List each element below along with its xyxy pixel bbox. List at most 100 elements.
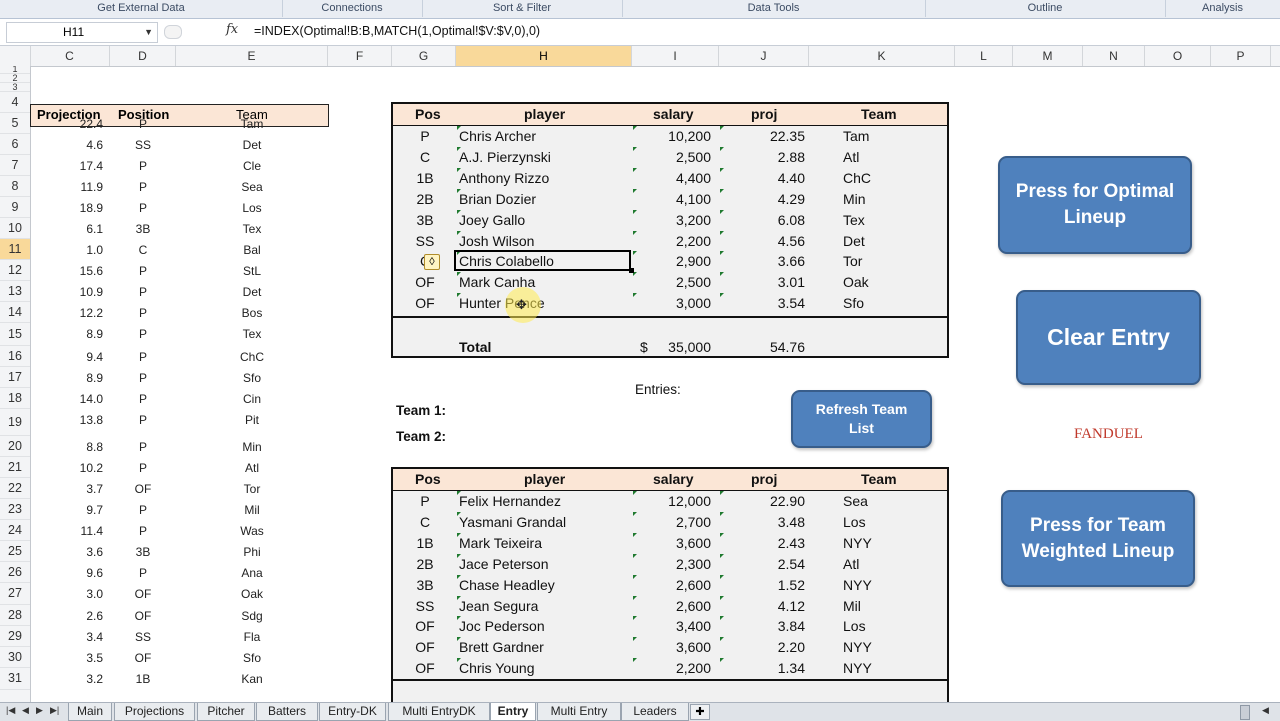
refresh-team-list-button[interactable]: Refresh Team List — [791, 390, 932, 448]
position-value[interactable]: P — [110, 503, 176, 517]
clear-entry-button[interactable]: Clear Entry — [1016, 290, 1201, 385]
column-header-g[interactable]: G — [392, 46, 456, 66]
team-cell[interactable]: Atl — [843, 556, 859, 572]
pos-cell[interactable]: 3B — [393, 577, 457, 593]
proj-cell[interactable]: 22.90 — [731, 493, 805, 509]
proj-cell[interactable]: 3.48 — [731, 514, 805, 530]
pos-header[interactable]: Pos — [415, 106, 441, 122]
team-value[interactable]: StL — [176, 264, 328, 278]
salary-cell[interactable]: 3,400 — [639, 618, 711, 634]
player-cell[interactable]: Brian Dozier — [459, 191, 536, 207]
lineup-row[interactable]: 3B Chase Headley 2,600 1.52 NYY — [393, 574, 947, 596]
proj-cell[interactable]: 4.40 — [731, 170, 805, 186]
team-value[interactable]: Tam — [176, 117, 328, 131]
team-value[interactable]: Pit — [176, 413, 328, 427]
pos-cell[interactable]: 1B — [393, 535, 457, 551]
team-value[interactable]: Cle — [176, 159, 328, 173]
proj-cell[interactable]: 3.54 — [731, 295, 805, 311]
team-cell[interactable]: Sfo — [843, 295, 864, 311]
salary-cell[interactable]: 2,600 — [639, 598, 711, 614]
pos-cell[interactable]: OF — [393, 639, 457, 655]
projection-value[interactable]: 3.7 — [30, 482, 103, 496]
proj-cell[interactable]: 2.43 — [731, 535, 805, 551]
proj-cell[interactable]: 1.34 — [731, 660, 805, 676]
team-cell[interactable]: NYY — [843, 639, 872, 655]
lineup-row[interactable]: 3B Joey Gallo 3,200 6.08 Tex — [393, 209, 947, 231]
team-value[interactable]: Sfo — [176, 651, 328, 665]
insert-sheet-icon[interactable]: ✚ — [690, 704, 710, 720]
row-header-8[interactable]: 8 — [0, 176, 30, 197]
projection-value[interactable]: 10.2 — [30, 461, 103, 475]
column-header-n[interactable]: N — [1083, 46, 1145, 66]
row-header-27[interactable]: 27 — [0, 583, 30, 605]
team-value[interactable]: Sfo — [176, 371, 328, 385]
projection-value[interactable]: 9.4 — [30, 350, 103, 364]
team-cell[interactable]: Los — [843, 618, 866, 634]
projection-value[interactable]: 15.6 — [30, 264, 103, 278]
sheet-tab-pitcher[interactable]: Pitcher — [197, 703, 255, 721]
tab-split-handle[interactable] — [1240, 705, 1250, 720]
column-header-o[interactable]: O — [1145, 46, 1211, 66]
pos-cell[interactable]: SS — [393, 598, 457, 614]
player-cell[interactable]: Chase Headley — [459, 577, 555, 593]
total-salary[interactable]: 35,000 — [641, 339, 711, 355]
row-header-28[interactable]: 28 — [0, 605, 30, 626]
team-value[interactable]: Bal — [176, 243, 328, 257]
position-value[interactable]: OF — [110, 651, 176, 665]
projection-value[interactable]: 8.9 — [30, 371, 103, 385]
insert-function-icon[interactable]: fx — [226, 22, 238, 37]
team-cell[interactable]: Min — [843, 191, 866, 207]
projection-value[interactable]: 11.4 — [30, 524, 103, 538]
projection-value[interactable]: 3.5 — [30, 651, 103, 665]
projection-value[interactable]: 3.4 — [30, 630, 103, 644]
player-header[interactable]: player — [524, 471, 565, 487]
team-cell[interactable]: Det — [843, 233, 865, 249]
lineup-row[interactable]: OF Chris Young 2,200 1.34 NYY — [393, 658, 947, 679]
position-value[interactable]: P — [110, 327, 176, 341]
lineup-row[interactable]: C Yasmani Grandal 2,700 3.48 Los — [393, 511, 947, 533]
row-header-14[interactable]: 14 — [0, 302, 30, 323]
row-header-13[interactable]: 13 — [0, 281, 30, 302]
pos-cell[interactable]: P — [393, 493, 457, 509]
row-header-31[interactable]: 31 — [0, 668, 30, 690]
row-header-19[interactable]: 19 — [0, 409, 30, 436]
column-header-p[interactable]: P — [1211, 46, 1271, 66]
team-value[interactable]: Kan — [176, 672, 328, 686]
position-value[interactable]: OF — [110, 482, 176, 496]
position-value[interactable]: C — [110, 243, 176, 257]
salary-cell[interactable]: 2,900 — [639, 253, 711, 269]
first-sheet-icon[interactable]: |◀ — [6, 705, 15, 716]
lineup-row[interactable]: C A.J. Pierzynski 2,500 2.88 Atl — [393, 146, 947, 168]
team-value[interactable]: Tex — [176, 222, 328, 236]
player-cell[interactable]: Chris Archer — [459, 128, 536, 144]
team-header[interactable]: Team — [861, 106, 897, 122]
lineup-row[interactable]: SS Jean Segura 2,600 4.12 Mil — [393, 595, 947, 617]
proj-cell[interactable]: 4.12 — [731, 598, 805, 614]
lineup-row[interactable]: 1B Anthony Rizzo 4,400 4.40 ChC — [393, 167, 947, 189]
pos-cell[interactable]: C — [393, 149, 457, 165]
last-sheet-icon[interactable]: ▶| — [50, 705, 59, 716]
row-header-18[interactable]: 18 — [0, 388, 30, 409]
proj-cell[interactable]: 2.88 — [731, 149, 805, 165]
salary-cell[interactable]: 2,200 — [639, 233, 711, 249]
projection-value[interactable]: 1.0 — [30, 243, 103, 257]
column-header-i[interactable]: I — [632, 46, 719, 66]
lineup-row[interactable]: OF Mark Canha 2,500 3.01 Oak — [393, 272, 947, 293]
position-value[interactable]: OF — [110, 609, 176, 623]
column-header-f[interactable]: F — [328, 46, 392, 66]
player-cell[interactable]: Jean Segura — [459, 598, 538, 614]
team-value[interactable]: Sdg — [176, 609, 328, 623]
proj-cell[interactable]: 2.54 — [731, 556, 805, 572]
team-value[interactable]: Ana — [176, 566, 328, 580]
proj-cell[interactable]: 2.20 — [731, 639, 805, 655]
team-value[interactable]: Min — [176, 440, 328, 454]
team-cell[interactable]: Atl — [843, 149, 859, 165]
lineup-row[interactable]: SS Josh Wilson 2,200 4.56 Det — [393, 230, 947, 252]
row-header-30[interactable]: 30 — [0, 647, 30, 668]
proj-cell[interactable]: 4.56 — [731, 233, 805, 249]
row-header-10[interactable]: 10 — [0, 218, 30, 239]
team-cell[interactable]: Tex — [843, 212, 865, 228]
team-value[interactable]: Oak — [176, 587, 328, 601]
optimal-lineup-button[interactable]: Press for Optimal Lineup — [998, 156, 1192, 254]
row-header-4[interactable]: 4 — [0, 92, 30, 113]
